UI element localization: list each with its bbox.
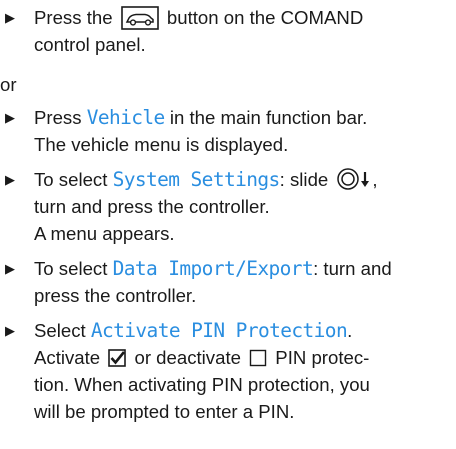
step-result-text: A menu appears. (34, 223, 175, 244)
or-separator: or (0, 74, 17, 95)
menu-keyword-system-settings: System Settings (112, 168, 281, 191)
instruction-page: ▶ Press the button on the COMAND control… (0, 0, 456, 449)
bullet-arrow-icon: ▶ (5, 10, 15, 25)
controller-slide-down-icon (337, 168, 370, 190)
step-text: Press the (34, 7, 113, 28)
checkbox-unchecked-icon (249, 349, 267, 367)
step-select-system-settings: ▶ To select System Settings: slide , tur… (0, 166, 456, 247)
step-text: Press (34, 107, 82, 128)
step-text: . (347, 320, 353, 341)
menu-keyword-vehicle: Vehicle (86, 106, 166, 129)
step-text: control panel. (34, 34, 146, 55)
step-select-data-import-export: ▶ To select Data Import/Export: turn and… (0, 255, 456, 309)
step-text: or deactivate (134, 347, 241, 368)
step-text: To select (34, 169, 108, 190)
step-text: Select (34, 320, 86, 341)
step-result-text: The vehicle menu is displayed. (34, 134, 289, 155)
step-text: : turn and (313, 258, 392, 279)
menu-keyword-data-import-export: Data Import/Export (112, 257, 314, 280)
bullet-arrow-icon: ▶ (5, 323, 15, 338)
step-text: will be prompted to enter a PIN. (34, 401, 295, 422)
step-text: Activate (34, 347, 101, 368)
bullet-arrow-icon: ▶ (5, 110, 15, 125)
bullet-arrow-icon: ▶ (5, 172, 15, 187)
checkbox-checked-icon (108, 349, 127, 367)
step-text: button on the COMAND (166, 7, 364, 28)
step-text: in the main function bar. (169, 107, 368, 128)
step-text: : slide (279, 169, 329, 190)
step-press-vehicle: ▶ Press Vehicle in the main function bar… (0, 104, 456, 158)
step-text: tion. When activating PIN protection, yo… (34, 374, 370, 395)
step-text: , (372, 169, 378, 190)
step-press-vehicle-button: ▶ Press the button on the COMAND control… (0, 4, 456, 58)
step-text: To select (34, 258, 108, 279)
step-activate-pin-protection: ▶ Select Activate PIN Protection. Activa… (0, 317, 456, 425)
step-text: press the controller. (34, 285, 197, 306)
step-text: PIN protec- (275, 347, 370, 368)
step-text: turn and press the controller. (34, 196, 270, 217)
bullet-arrow-icon: ▶ (5, 261, 15, 276)
menu-keyword-activate-pin-protection: Activate PIN Protection (90, 319, 348, 342)
vehicle-button-icon (120, 6, 159, 30)
